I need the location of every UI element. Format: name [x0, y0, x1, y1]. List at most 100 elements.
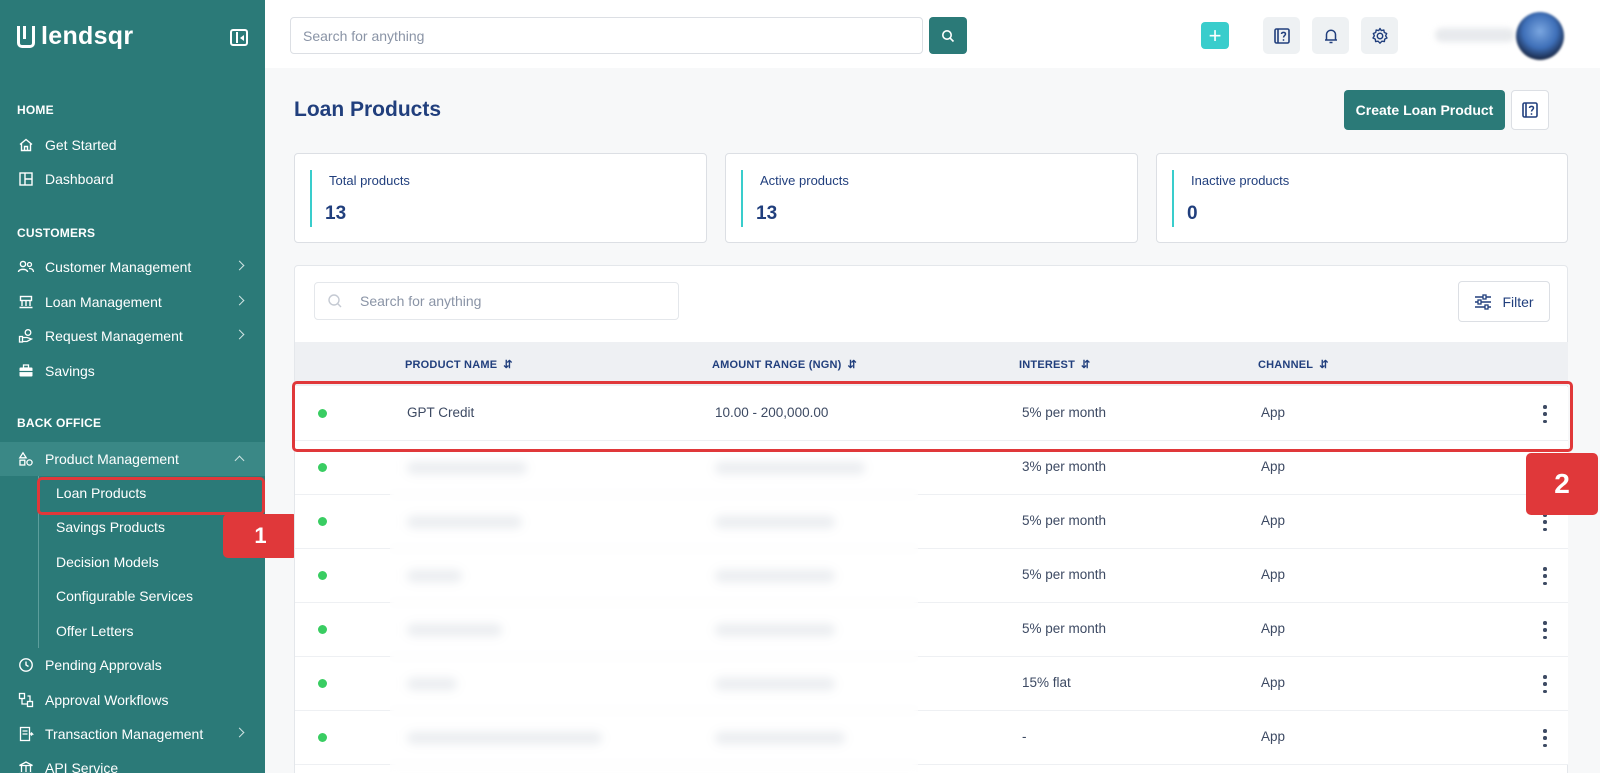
channel: App [1261, 513, 1286, 528]
channel: App [1261, 621, 1286, 636]
chevron-right-icon [234, 727, 245, 738]
sidebar-item-label: Product Management [45, 451, 179, 467]
column-header-label: PRODUCT NAME [405, 358, 498, 371]
users-icon [17, 258, 35, 276]
section-back-office: BACK OFFICE [17, 416, 102, 430]
sidebar-item-api-service[interactable]: API Service [0, 751, 265, 773]
chevron-up-icon [234, 455, 245, 466]
help-book-icon [1522, 102, 1538, 118]
channel: App [1261, 675, 1286, 690]
shapes-icon [17, 450, 35, 468]
column-header-product-name[interactable]: PRODUCT NAME ⇵ [405, 358, 513, 372]
row-actions-icon[interactable] [1543, 675, 1547, 693]
page-help-button[interactable] [1511, 90, 1549, 130]
global-search-button[interactable] [929, 17, 967, 54]
logo-text: lendsqr [41, 22, 134, 50]
column-header-amount-range[interactable]: AMOUNT RANGE (NGN) ⇵ [712, 358, 857, 372]
sidebar-item-label: Dashboard [45, 171, 114, 187]
sidebar-item-transaction-management[interactable]: Transaction Management [0, 717, 265, 751]
interest: 5% per month [1022, 567, 1107, 582]
clock-icon [17, 656, 35, 674]
column-header-label: AMOUNT RANGE (NGN) [712, 358, 842, 371]
sort-icon: ⇵ [503, 359, 513, 371]
workflow-icon [17, 691, 35, 709]
table-search-input[interactable]: Search for anything [314, 282, 679, 320]
section-customers: CUSTOMERS [17, 226, 96, 240]
sidebar-item-label: Offer Letters [56, 623, 134, 639]
page-title: Loan Products [294, 98, 442, 121]
home-icon [17, 136, 35, 154]
logo-icon [17, 25, 35, 48]
stat-label: Active products [760, 173, 849, 188]
help-book-icon [1273, 27, 1290, 44]
row-actions-icon[interactable] [1543, 567, 1547, 585]
chevron-right-icon [234, 295, 245, 306]
redaction-overlay [390, 448, 918, 773]
sidebar-item-pending-approvals[interactable]: Pending Approvals [0, 648, 265, 682]
bank-icon [17, 293, 35, 311]
create-loan-product-button[interactable]: Create Loan Product [1344, 90, 1505, 130]
stat-accent-bar [1172, 170, 1174, 227]
stat-card-total-products: Total products 13 [294, 153, 707, 243]
stat-value: 0 [1187, 203, 1198, 224]
channel: App [1261, 729, 1286, 744]
stat-value: 13 [325, 203, 347, 224]
settings-button[interactable] [1361, 17, 1398, 54]
sidebar-item-request-management[interactable]: Request Management [0, 319, 265, 353]
column-header-label: CHANNEL [1258, 358, 1314, 371]
sidebar-item-customer-management[interactable]: Customer Management [0, 250, 265, 284]
step-badge-2: 2 [1526, 453, 1598, 515]
global-search-input[interactable]: Search for anything [290, 17, 923, 54]
user-name-redacted[interactable] [1435, 28, 1515, 42]
row-actions-icon[interactable] [1543, 513, 1547, 531]
row-actions-icon[interactable] [1543, 729, 1547, 747]
stat-accent-bar [310, 170, 312, 227]
chevron-right-icon [234, 329, 245, 340]
stat-card-inactive-products: Inactive products 0 [1156, 153, 1568, 243]
sidebar-item-label: Loan Management [45, 294, 162, 310]
sidebar-item-label: Savings Products [56, 519, 165, 535]
table-header: PRODUCT NAME ⇵ AMOUNT RANGE (NGN) ⇵ INTERE… [295, 342, 1568, 386]
logo[interactable]: lendsqr [17, 22, 133, 51]
sidebar-item-label: Savings [45, 363, 95, 379]
sidebar-item-label: Approval Workflows [45, 692, 169, 708]
sort-icon: ⇵ [1319, 359, 1329, 371]
stat-label: Total products [329, 173, 410, 188]
column-header-interest[interactable]: INTEREST ⇵ [1019, 358, 1091, 372]
status-active-dot [318, 679, 327, 688]
sidebar-item-loan-management[interactable]: Loan Management [0, 285, 265, 319]
receipt-icon [17, 725, 35, 743]
sidebar-subitem-offer-letters[interactable]: Offer Letters [39, 614, 265, 648]
gear-icon [1371, 27, 1388, 44]
plus-icon: + [1208, 22, 1222, 48]
sort-icon: ⇵ [847, 359, 857, 371]
bell-icon [1324, 29, 1337, 43]
avatar[interactable] [1516, 12, 1564, 60]
section-home: HOME [17, 103, 54, 117]
sidebar-item-label: Configurable Services [56, 588, 193, 604]
sidebar-item-approval-workflows[interactable]: Approval Workflows [0, 683, 265, 717]
filter-button[interactable]: Filter [1458, 281, 1550, 322]
help-button[interactable] [1263, 17, 1300, 54]
sidebar-item-dashboard[interactable]: Dashboard [0, 162, 265, 196]
sidebar-item-get-started[interactable]: Get Started [0, 128, 265, 162]
chevron-right-icon [234, 260, 245, 271]
search-icon [942, 29, 955, 42]
search-placeholder: Search for anything [360, 293, 482, 309]
interest: - [1022, 729, 1027, 744]
channel: App [1261, 567, 1286, 582]
quick-add-button[interactable]: + [1201, 22, 1229, 49]
sidebar-subitem-configurable-services[interactable]: Configurable Services [39, 579, 265, 613]
search-placeholder: Search for anything [303, 27, 425, 44]
notifications-button[interactable] [1312, 17, 1349, 54]
sidebar-item-savings[interactable]: Savings [0, 354, 265, 388]
briefcase-icon [17, 362, 35, 380]
hand-coin-icon [17, 327, 35, 345]
sort-icon: ⇵ [1081, 359, 1091, 371]
stat-value: 13 [756, 203, 778, 224]
row-actions-icon[interactable] [1543, 621, 1547, 639]
sidebar-item-product-management[interactable]: Product Management [0, 442, 265, 476]
status-active-dot [318, 625, 327, 634]
column-header-channel[interactable]: CHANNEL ⇵ [1258, 358, 1329, 372]
sidebar-collapse-icon[interactable] [230, 29, 248, 46]
